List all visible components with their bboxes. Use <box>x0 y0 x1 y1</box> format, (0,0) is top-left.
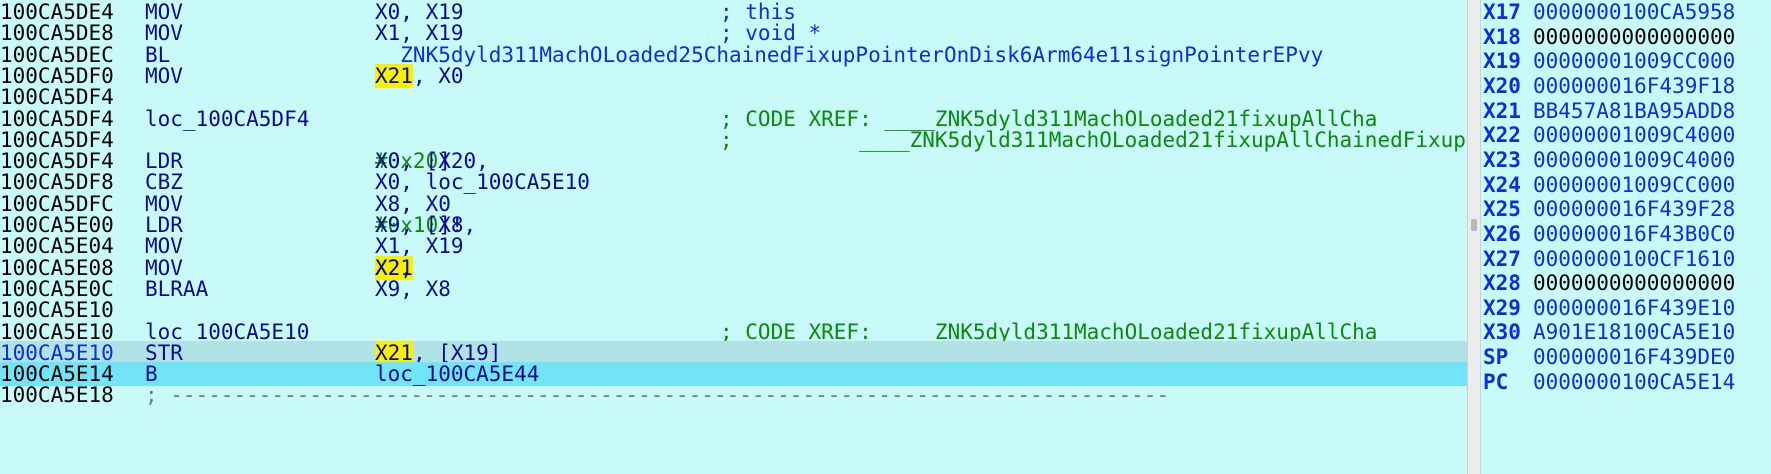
register-name: PC <box>1483 369 1509 394</box>
pane-splitter[interactable] <box>1467 0 1481 474</box>
register-name: X29 <box>1483 295 1521 320</box>
line-address[interactable]: 100CA5E18 <box>0 383 114 407</box>
register-value[interactable]: 0000000000000000 <box>1533 25 1735 50</box>
register-value[interactable]: 000000016F439DE0 <box>1533 345 1735 370</box>
register-name: X21 <box>1483 98 1521 123</box>
disassembly-view[interactable]: 100CA5DE4 MOV X0, X19; this 100CA5DE8 MOV X1,… <box>0 0 1467 474</box>
disasm-line[interactable]: 100CA5E18 ; -----------------------------… <box>0 383 1467 407</box>
register-name: X30 <box>1483 320 1521 345</box>
register-value[interactable]: 000000016F439E10 <box>1533 296 1735 321</box>
register-value[interactable]: 00000001009CC000 <box>1533 49 1735 74</box>
registers-panel[interactable]: X17 0000000100CA5958 X18 0000000000000000 X1… <box>1481 0 1771 474</box>
register-name: X28 <box>1483 271 1521 296</box>
register-name: X17 <box>1483 0 1521 24</box>
register-name: X19 <box>1483 49 1521 74</box>
register-name: X22 <box>1483 123 1521 148</box>
register-value[interactable]: 00000001009C4000 <box>1533 123 1735 148</box>
register-value[interactable]: 00000001009CC000 <box>1533 173 1735 198</box>
splitter-grip-icon[interactable] <box>1471 219 1477 231</box>
register-name: X25 <box>1483 197 1521 222</box>
function-separator: ; --------------------------------------… <box>145 383 1170 408</box>
register-name: X20 <box>1483 73 1521 98</box>
register-value[interactable]: 00000001009C4000 <box>1533 148 1735 173</box>
register-value[interactable]: 0000000100CA5958 <box>1533 0 1735 25</box>
register-value[interactable]: 000000016F43B0C0 <box>1533 222 1735 247</box>
register-value[interactable]: 0000000000000000 <box>1533 271 1735 296</box>
register-name: SP <box>1483 345 1509 370</box>
register-value[interactable]: 0000000100CF1610 <box>1533 247 1735 272</box>
register-name: X18 <box>1483 24 1521 49</box>
register-value[interactable]: 0000000100CA5E14 <box>1533 370 1735 395</box>
register-name: X23 <box>1483 147 1521 172</box>
register-value[interactable]: 000000016F439F18 <box>1533 74 1735 99</box>
register-value[interactable]: BB457A81BA95ADD8 <box>1533 99 1735 124</box>
register-name: X27 <box>1483 246 1521 271</box>
register-value[interactable]: A901E18100CA5E10 <box>1533 320 1735 345</box>
register-name: X24 <box>1483 172 1521 197</box>
register-name: X26 <box>1483 221 1521 246</box>
register-value[interactable]: 000000016F439F28 <box>1533 197 1735 222</box>
